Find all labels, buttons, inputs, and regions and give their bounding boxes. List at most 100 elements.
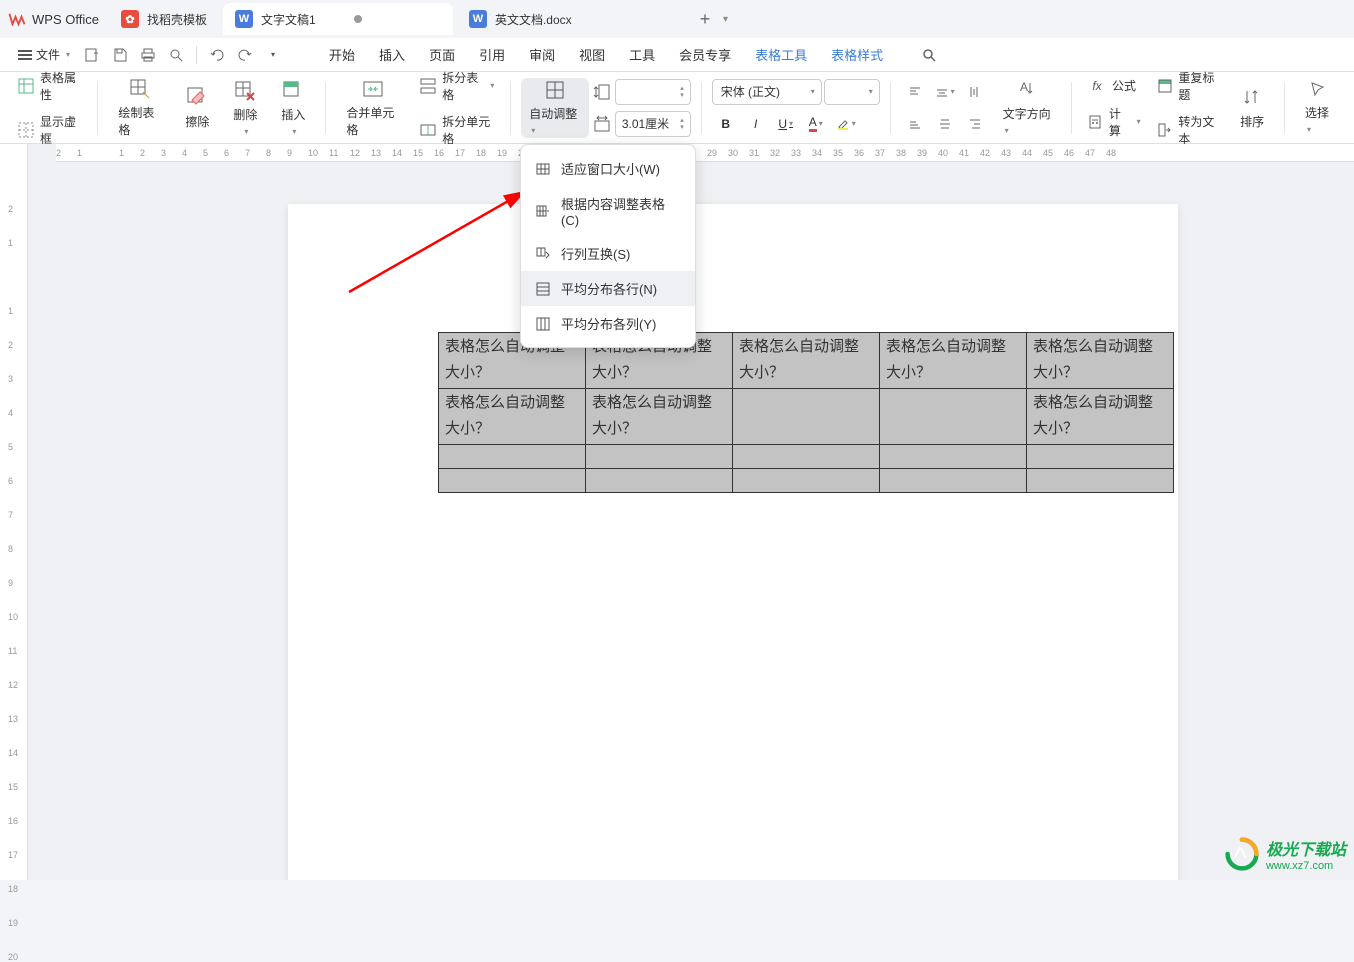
fit-window-icon xyxy=(535,161,551,177)
table-cell[interactable] xyxy=(1027,469,1174,493)
sort-button[interactable]: 排序 xyxy=(1230,78,1274,138)
modified-indicator-icon xyxy=(354,15,362,23)
menu-tools[interactable]: 工具 xyxy=(617,39,667,70)
align-center-button[interactable] xyxy=(931,111,959,137)
menu-insert[interactable]: 插入 xyxy=(367,39,417,70)
file-menu[interactable]: 文件 ▾ xyxy=(10,46,78,63)
distribute-cols-item[interactable]: 平均分布各列(Y) xyxy=(521,306,695,341)
text-direction-button[interactable]: A文字方向▾ xyxy=(993,78,1062,138)
tab-doc2[interactable]: W 英文文档.docx xyxy=(457,3,687,35)
more-menu-button[interactable]: ▾ xyxy=(259,41,287,69)
document-page[interactable]: 表格怎么自动调整大小？ 表格怎么自动调整大小？ 表格怎么自动调整大小？ 表格怎么… xyxy=(288,204,1178,880)
italic-button[interactable]: I xyxy=(742,111,770,137)
repeat-header-button[interactable]: 重复标题 xyxy=(1151,65,1226,107)
word-doc-icon: W xyxy=(235,10,253,28)
menu-view[interactable]: 视图 xyxy=(567,39,617,70)
chevron-down-icon: ▾ xyxy=(292,127,296,136)
col-width-input[interactable]: 3.01厘米▴▾ xyxy=(615,111,691,137)
table-cell[interactable] xyxy=(880,469,1027,493)
align-right-button[interactable] xyxy=(961,111,989,137)
table-cell[interactable] xyxy=(880,389,1027,445)
menu-table-style[interactable]: 表格样式 xyxy=(819,39,895,70)
merge-icon xyxy=(361,78,385,100)
menu-start[interactable]: 开始 xyxy=(317,39,367,70)
auto-adjust-dropdown: 适应窗口大小(W) 根据内容调整表格(C) 行列互换(S) 平均分布各行(N) … xyxy=(520,144,696,348)
align-middle-button[interactable]: ▾ xyxy=(931,79,959,105)
font-family-select[interactable]: 宋体 (正文)▾ xyxy=(712,79,822,105)
table-cell[interactable] xyxy=(586,445,733,469)
table-cell[interactable]: 表格怎么自动调整大小？ xyxy=(733,333,880,389)
formula-icon: fx xyxy=(1088,77,1106,95)
vertical-ruler[interactable]: 211234567891011121314151617181920 xyxy=(0,144,28,880)
calculate-button[interactable]: 计算▾ xyxy=(1082,101,1147,143)
add-tab-button[interactable]: + xyxy=(691,5,719,33)
tab-doc1[interactable]: W 文字文稿1 xyxy=(223,3,453,35)
align-vertical-button[interactable] xyxy=(961,79,989,105)
table-row[interactable] xyxy=(439,445,1174,469)
table-cell[interactable]: 表格怎么自动调整大小？ xyxy=(1027,389,1174,445)
fit-content-item[interactable]: 根据内容调整表格(C) xyxy=(521,186,695,236)
select-button[interactable]: 选择▾ xyxy=(1295,78,1342,138)
horizontal-ruler[interactable]: 2112345678910111213141516171819202122232… xyxy=(56,144,1354,162)
table-row[interactable]: 表格怎么自动调整大小？ 表格怎么自动调整大小？ 表格怎么自动调整大小？ xyxy=(439,389,1174,445)
table-cell[interactable] xyxy=(733,469,880,493)
table-row[interactable] xyxy=(439,469,1174,493)
swap-rowcol-item[interactable]: 行列互换(S) xyxy=(521,236,695,271)
word-doc-icon: W xyxy=(469,10,487,28)
menu-table-tools[interactable]: 表格工具 xyxy=(743,39,819,70)
separator xyxy=(1071,82,1072,134)
undo-button[interactable] xyxy=(203,41,231,69)
distribute-rows-icon xyxy=(535,281,551,297)
delete-button[interactable]: 删除▾ xyxy=(223,78,267,138)
sort-icon xyxy=(1240,85,1264,109)
separator xyxy=(196,46,197,64)
menu-vip[interactable]: 会员专享 xyxy=(667,39,743,70)
table-cell[interactable] xyxy=(439,469,586,493)
distribute-rows-item[interactable]: 平均分布各行(N) xyxy=(521,271,695,306)
search-button[interactable] xyxy=(915,41,943,69)
redo-button[interactable] xyxy=(231,41,259,69)
chevron-down-icon: ▾ xyxy=(869,87,873,96)
spinner-icon[interactable]: ▴▾ xyxy=(680,85,684,99)
separator xyxy=(325,82,326,134)
font-size-select[interactable]: ▾ xyxy=(824,79,880,105)
spinner-icon[interactable]: ▴▾ xyxy=(680,117,684,131)
split-table-button[interactable]: 拆分表格▾ xyxy=(414,65,500,107)
hamburger-icon xyxy=(18,50,32,60)
tab-templates[interactable]: ✿ 找稻壳模板 xyxy=(109,3,219,35)
eraser-button[interactable]: 擦除 xyxy=(175,78,219,138)
table-cell[interactable] xyxy=(586,469,733,493)
insert-button[interactable]: 插入▾ xyxy=(271,78,315,138)
table-cell[interactable]: 表格怎么自动调整大小？ xyxy=(586,389,733,445)
row-height-input[interactable]: ▴▾ xyxy=(615,79,691,105)
align-bottom-left-button[interactable] xyxy=(901,111,929,137)
tab-list-chevron-icon[interactable]: ▾ xyxy=(723,14,728,25)
save-button[interactable] xyxy=(106,41,134,69)
table-cell[interactable]: 表格怎么自动调整大小？ xyxy=(880,333,1027,389)
table-cell[interactable] xyxy=(1027,445,1174,469)
table-cell[interactable] xyxy=(880,445,1027,469)
preview-button[interactable] xyxy=(162,41,190,69)
auto-adjust-button[interactable]: 自动调整 ▾ xyxy=(521,78,589,138)
table-cell[interactable]: 表格怎么自动调整大小？ xyxy=(439,389,586,445)
merge-cells-button[interactable]: 合并单元格 xyxy=(336,78,410,138)
table-cell[interactable]: 表格怎么自动调整大小？ xyxy=(1027,333,1174,389)
menu-review[interactable]: 审阅 xyxy=(517,39,567,70)
highlight-button[interactable]: ▾ xyxy=(832,111,860,137)
fit-window-item[interactable]: 适应窗口大小(W) xyxy=(521,151,695,186)
cursor-icon xyxy=(1306,80,1330,100)
ribbon: 表格属性 显示虚框 绘制表格 擦除 删除▾ 插入▾ 合并单元格 拆分表格▾ 拆分… xyxy=(0,72,1354,144)
print-button[interactable] xyxy=(134,41,162,69)
table-cell[interactable] xyxy=(733,389,880,445)
underline-button[interactable]: U▾ xyxy=(772,111,800,137)
draw-table-icon xyxy=(128,78,152,100)
formula-button[interactable]: fx公式 xyxy=(1082,73,1147,99)
table-properties-button[interactable]: 表格属性 xyxy=(12,65,87,107)
bold-button[interactable]: B xyxy=(712,111,740,137)
table-cell[interactable] xyxy=(733,445,880,469)
font-color-button[interactable]: A▾ xyxy=(802,111,830,137)
draw-table-button[interactable]: 绘制表格 xyxy=(108,78,171,138)
document-table[interactable]: 表格怎么自动调整大小？ 表格怎么自动调整大小？ 表格怎么自动调整大小？ 表格怎么… xyxy=(438,332,1174,493)
align-top-left-button[interactable] xyxy=(901,79,929,105)
table-cell[interactable] xyxy=(439,445,586,469)
